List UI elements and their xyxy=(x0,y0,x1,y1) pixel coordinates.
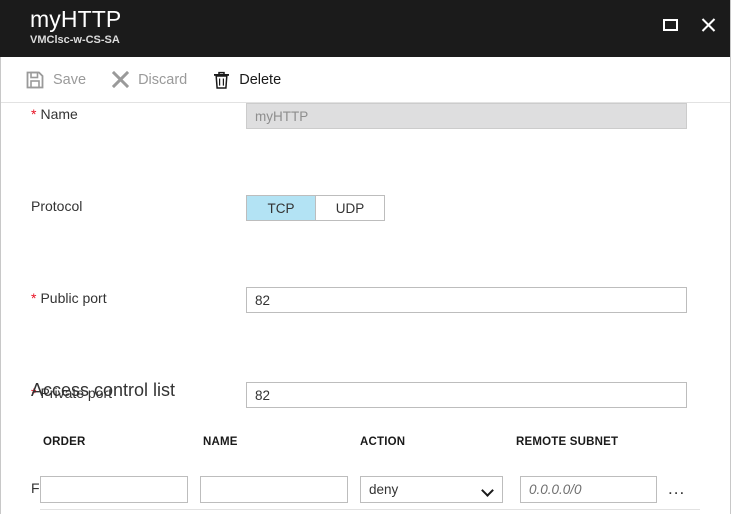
public-port-label: * Public port xyxy=(31,287,107,309)
page-subtitle: VMClsc-w-CS-SA xyxy=(30,34,120,46)
form-row-public-port: * Public port xyxy=(0,287,731,333)
acl-row-separator xyxy=(40,509,700,510)
form-row-protocol: Protocol TCP UDP xyxy=(0,195,731,241)
restore-window-button[interactable] xyxy=(653,8,687,42)
acl-remote-subnet-input[interactable] xyxy=(520,476,657,503)
acl-action-select[interactable]: deny permit xyxy=(361,477,502,502)
trash-can-icon xyxy=(214,71,230,89)
public-port-input[interactable] xyxy=(246,287,687,313)
delete-button[interactable]: Delete xyxy=(213,65,281,95)
endpoint-form: * Name Protocol TCP UDP * Public port xyxy=(0,103,731,496)
required-asterisk: * xyxy=(31,106,37,122)
save-disk-icon xyxy=(26,71,44,88)
acl-action-select-wrap: deny permit xyxy=(360,476,503,503)
page-title: myHTTP xyxy=(30,6,122,32)
command-bar: Save Discard Delete xyxy=(0,57,731,103)
restore-window-icon xyxy=(662,19,678,31)
acl-section-title: Access control list xyxy=(31,380,176,400)
x-cross-icon xyxy=(112,71,130,88)
port-settings-blade: myHTTP VMClsc-w-CS-SA Save Discard Delet… xyxy=(0,0,731,514)
acl-header-remote-subnet: REMOTE SUBNET xyxy=(516,436,619,448)
form-row-name: * Name xyxy=(0,103,731,149)
protocol-label-text: Protocol xyxy=(31,198,83,214)
acl-name-input[interactable] xyxy=(200,476,348,503)
acl-row-more-button[interactable]: ... xyxy=(668,480,685,497)
window-left-border xyxy=(0,57,1,514)
discard-button[interactable]: Discard xyxy=(112,65,187,95)
table-row: deny permit ... xyxy=(0,476,731,503)
acl-header-action: ACTION xyxy=(360,436,406,448)
required-asterisk: * xyxy=(31,290,37,306)
name-label: * Name xyxy=(31,103,78,125)
title-block: myHTTP VMClsc-w-CS-SA xyxy=(30,6,121,47)
save-button-label: Save xyxy=(53,71,87,88)
acl-header-order: ORDER xyxy=(43,436,86,448)
public-port-label-text: Public port xyxy=(40,290,107,306)
close-button[interactable] xyxy=(691,8,725,42)
protocol-label: Protocol xyxy=(31,195,82,217)
window-controls xyxy=(653,0,725,50)
titlebar: myHTTP VMClsc-w-CS-SA xyxy=(0,0,731,57)
close-icon xyxy=(700,17,716,33)
acl-column-headers: ORDER NAME ACTION REMOTE SUBNET xyxy=(0,436,731,454)
delete-button-label: Delete xyxy=(239,71,282,88)
protocol-option-tcp[interactable]: TCP xyxy=(247,196,315,220)
save-button[interactable]: Save xyxy=(26,65,86,95)
private-port-input[interactable] xyxy=(246,382,687,408)
acl-order-input[interactable] xyxy=(40,476,188,503)
acl-header-name: NAME xyxy=(203,436,238,448)
protocol-toggle: TCP UDP xyxy=(246,195,385,221)
name-label-text: Name xyxy=(40,106,78,122)
name-input[interactable] xyxy=(246,103,687,129)
protocol-option-udp[interactable]: UDP xyxy=(316,196,384,220)
discard-button-label: Discard xyxy=(138,71,188,88)
